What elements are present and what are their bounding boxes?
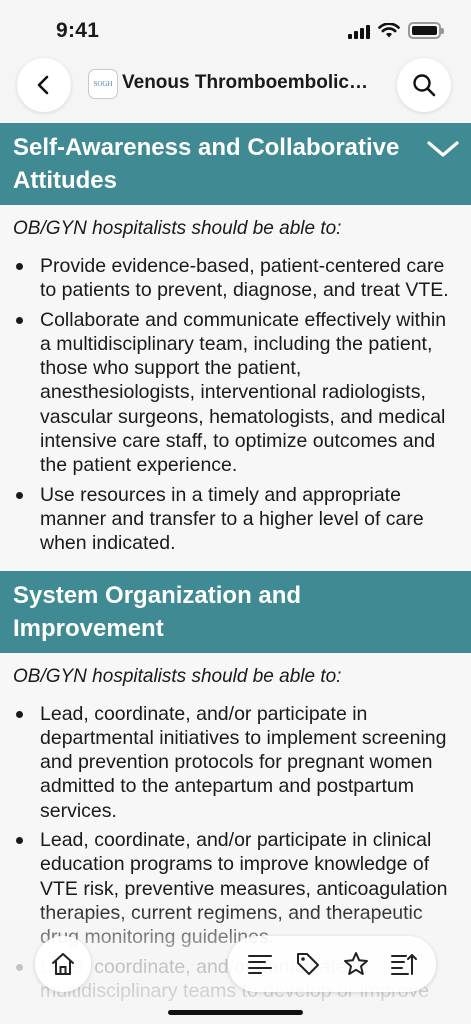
favorite-button[interactable] [336,944,376,984]
home-button[interactable] [35,936,91,992]
section-intro: OB/GYN hospitalists should be able to: [13,218,342,239]
section-body-self-awareness: OB/GYN hospitalists should be able to: P… [0,205,471,571]
tag-icon [297,953,319,975]
back-button[interactable] [17,58,71,112]
status-time: 9:41 [56,19,100,42]
status-bar: 9:41 [0,0,471,56]
section-title: System Organization and Improvement [13,581,302,642]
text-size-button[interactable] [384,944,424,984]
battery-icon [408,22,444,39]
list-item: Lead, coordinate, and/or participate in … [13,702,453,823]
bottom-toolbar [228,936,436,992]
page-title: Venous Thromboembolic Disease [122,72,372,93]
search-icon [413,74,436,97]
tag-button[interactable] [288,944,328,984]
cellular-signal-icon [348,23,370,39]
star-icon [344,952,368,975]
bullet-list: Provide evidence-based, patient-centered… [13,254,453,556]
chevron-left-icon [37,75,49,95]
search-button[interactable] [397,58,451,112]
content-area: Self-Awareness and Collaborative Attitud… [0,123,471,1019]
section-header-self-awareness[interactable]: Self-Awareness and Collaborative Attitud… [0,123,471,205]
home-indicator [168,1010,303,1015]
chevron-down-icon[interactable] [425,133,461,163]
navigation-bar: SOGH Venous Thromboembolic Disease [0,56,471,122]
list-item: Collaborate and communicate effectively … [13,308,453,478]
section-intro: OB/GYN hospitalists should be able to: [13,665,342,687]
app-logo: SOGH [88,69,118,99]
wifi-icon [378,22,400,37]
list-item: Use resources in a timely and appropriat… [13,483,453,556]
section-header-system-organization[interactable]: System Organization and Improvement [0,570,471,653]
house-icon [52,953,74,975]
list-item: Provide evidence-based, patient-centered… [13,254,453,303]
status-icons [348,22,444,39]
list-icon [248,955,272,974]
contents-button[interactable] [240,944,280,984]
section-title: Self-Awareness and Collaborative Attitud… [13,134,400,194]
list-item: Lead, coordinate, and/or participate in … [13,828,453,949]
text-size-icon [391,954,417,975]
